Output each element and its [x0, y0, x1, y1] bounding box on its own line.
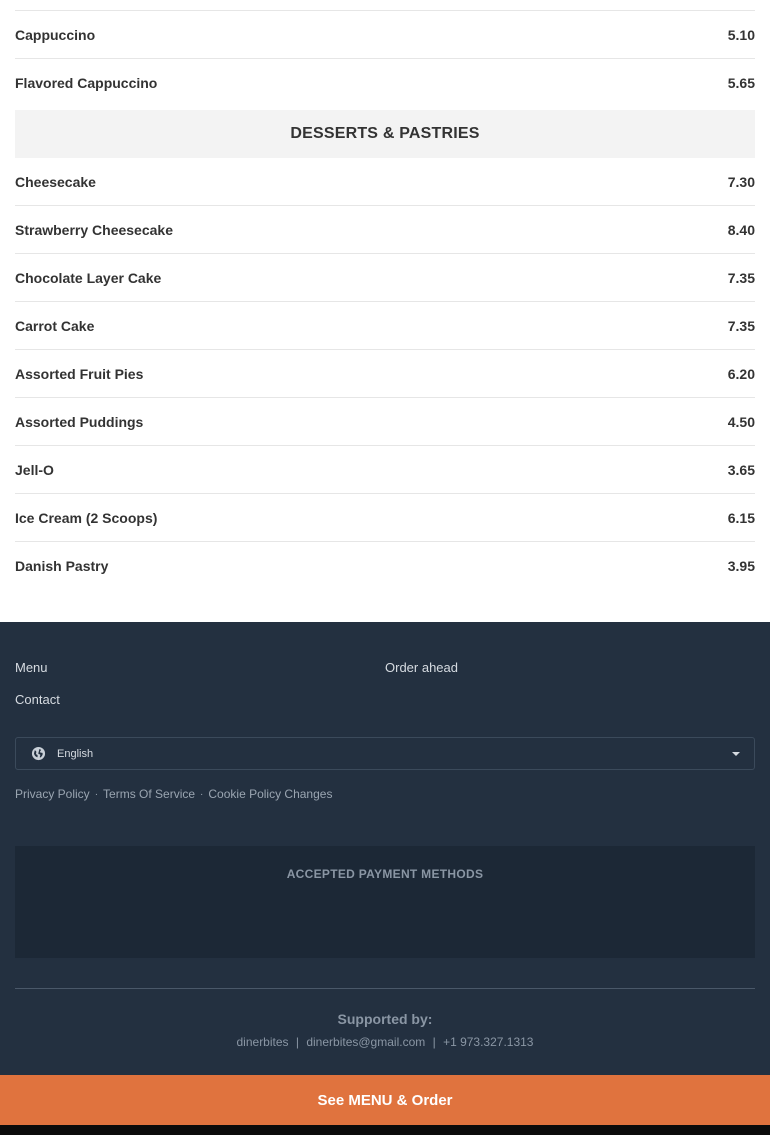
divider	[15, 988, 755, 989]
menu-item-price: 7.35	[727, 317, 755, 334]
section-heading-desserts: DESSERTS & PASTRIES	[15, 110, 755, 158]
cookie-policy-link[interactable]: Cookie Policy Changes	[208, 787, 332, 801]
menu-item-name: Danish Pastry	[15, 558, 109, 574]
separator: |	[432, 1035, 436, 1049]
email-link[interactable]: dinerbites@gmail.com	[306, 1035, 425, 1049]
see-menu-order-button[interactable]: See MENU & Order	[0, 1075, 770, 1125]
menu-item-price: 8.40	[727, 221, 755, 238]
bottom-strip	[0, 1125, 770, 1135]
menu-item-name: Assorted Fruit Pies	[15, 365, 144, 382]
menu-item: Danish Pastry 3.95	[15, 542, 755, 590]
menu-item: Strawberry Cheesecake 8.40	[15, 206, 755, 254]
menu-item: Chocolate Layer Cake 7.35	[15, 254, 755, 302]
menu-item-name: Cappuccino	[15, 26, 96, 43]
menu-item: Flavored Cappuccino 5.65	[15, 59, 755, 107]
language-select[interactable]: English	[15, 737, 755, 770]
menu-item-name: Strawberry Cheesecake	[15, 221, 173, 238]
menu-item-price: 3.95	[727, 558, 755, 574]
site-footer: Menu Order ahead Contact English Privacy…	[0, 622, 770, 1075]
menu-item: Carrot Cake 7.35	[15, 302, 755, 350]
menu-item: Ice Cream (2 Scoops) 6.15	[15, 494, 755, 542]
menu-item: Assorted Fruit Pies 6.20	[15, 350, 755, 398]
terms-of-service-link[interactable]: Terms Of Service	[103, 787, 195, 801]
menu-item-price: 5.65	[727, 75, 755, 91]
footer-link-contact[interactable]: Contact	[15, 692, 60, 707]
legal-links: Privacy Policy · Terms Of Service · Cook…	[15, 787, 332, 801]
payment-methods-heading: ACCEPTED PAYMENT METHODS	[286, 867, 484, 881]
separator: ·	[94, 788, 99, 800]
menu-item: Assorted Puddings 4.50	[15, 398, 755, 446]
language-select-value: English	[57, 747, 94, 760]
menu-item-name: Chocolate Layer Cake	[15, 269, 162, 286]
privacy-policy-link[interactable]: Privacy Policy	[15, 787, 90, 801]
menu-item-name: Ice Cream (2 Scoops)	[15, 509, 158, 526]
menu-item-price: 3.65	[727, 461, 755, 478]
menu-item-price: 7.35	[727, 269, 755, 286]
menu-item-name: Jell-O	[15, 461, 54, 478]
phone-link[interactable]: +1 973.327.1313	[443, 1035, 533, 1049]
divider	[15, 0, 755, 11]
caret-down-icon	[732, 752, 740, 756]
menu-item-name: Cheesecake	[15, 173, 96, 190]
footer-link-order-ahead[interactable]: Order ahead	[385, 660, 458, 675]
menu-item-price: 4.50	[727, 413, 755, 430]
menu-item: Jell-O 3.65	[15, 446, 755, 494]
menu-item: Cheesecake 7.30	[15, 158, 755, 206]
supported-by-label: Supported by:	[337, 1011, 433, 1027]
menu-item: Cappuccino 5.10	[15, 11, 755, 59]
separator: ·	[200, 788, 204, 800]
brand-link[interactable]: dinerbites	[237, 1035, 289, 1049]
separator: |	[295, 1035, 299, 1049]
menu-item-name: Assorted Puddings	[15, 413, 144, 430]
menu-item-price: 6.15	[727, 509, 755, 526]
menu-item-name: Flavored Cappuccino	[15, 75, 158, 91]
menu-item-name: Carrot Cake	[15, 317, 95, 334]
menu-item-price: 5.10	[727, 26, 755, 43]
menu-list: Cappuccino 5.10 Flavored Cappuccino 5.65…	[15, 0, 755, 590]
menu-item-price: 7.30	[727, 173, 755, 190]
payment-methods-panel: ACCEPTED PAYMENT METHODS	[15, 846, 755, 958]
menu-item-price: 6.20	[727, 365, 755, 382]
contact-line: dinerbites | dinerbites@gmail.com | +1 9…	[0, 1035, 770, 1049]
footer-link-menu[interactable]: Menu	[15, 660, 48, 675]
globe-icon	[31, 746, 46, 761]
order-button-label: See MENU & Order	[317, 1091, 453, 1109]
